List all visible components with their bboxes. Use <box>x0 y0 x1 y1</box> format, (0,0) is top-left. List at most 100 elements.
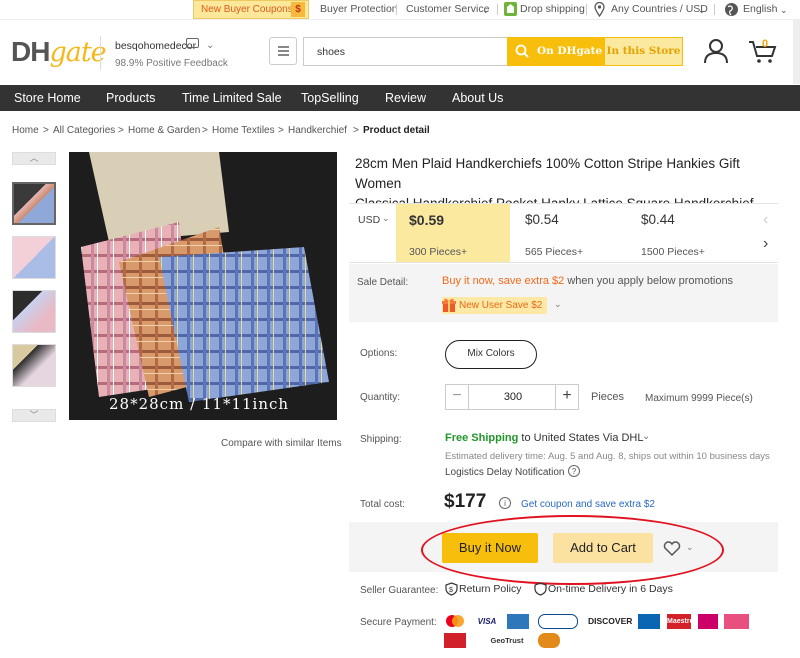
store-feedback: 98.9% Positive Feedback <box>115 58 228 69</box>
info-icon[interactable]: i <box>499 497 511 509</box>
thumbnail-2[interactable] <box>12 236 56 279</box>
globe-icon <box>725 3 738 16</box>
breadcrumb-home-textiles[interactable]: Home Textiles <box>212 125 275 136</box>
quantity-decrease-button[interactable]: − <box>446 385 469 409</box>
thumbnail-1[interactable] <box>12 182 56 225</box>
tier-qty-1: 300 Pieces+ <box>409 246 468 258</box>
breadcrumb-current: Product detail <box>363 125 430 136</box>
svg-text:$: $ <box>449 587 453 594</box>
delivery-estimate: Estimated delivery time: Aug. 5 and Aug.… <box>445 451 770 462</box>
nav-products[interactable]: Products <box>106 91 155 105</box>
breadcrumb-home-garden[interactable]: Home & Garden <box>128 125 200 136</box>
seller-guarantee-label: Seller Guarantee: <box>360 585 439 596</box>
quantity-stepper: − 300 + <box>445 384 579 410</box>
currency-selector[interactable]: USD <box>358 214 380 226</box>
nav-about-us[interactable]: About Us <box>452 91 503 105</box>
language-selector[interactable]: English <box>743 3 777 15</box>
thumb-scroll-up-button[interactable]: ︿ <box>12 152 56 165</box>
new-buyer-coupons-link[interactable]: New Buyer Coupons! $ <box>193 0 309 19</box>
chevron-down-icon: ⌄ <box>698 5 706 15</box>
nav-time-limited-sale[interactable]: Time Limited Sale <box>182 91 282 105</box>
chevron-down-icon[interactable]: ⌄ <box>554 299 562 310</box>
ontime-delivery-icon <box>534 582 547 596</box>
tier-price-2: $0.54 <box>525 212 559 227</box>
thumbnail-4[interactable] <box>12 344 56 387</box>
boleto-icon <box>724 614 749 629</box>
tier-price-3: $0.44 <box>641 212 675 227</box>
drop-shipping-icon <box>504 2 517 16</box>
top-utility-bar: New Buyer Coupons! $ Buyer Protection Cu… <box>0 0 800 19</box>
diners-club-icon <box>538 614 578 629</box>
buyer-protection-link[interactable]: Buyer Protection <box>320 3 398 15</box>
breadcrumb-handkerchief[interactable]: Handkerchief <box>288 125 347 136</box>
store-name[interactable]: besqohomedecor <box>115 40 196 52</box>
country-currency-selector[interactable]: Any Countries / USD <box>611 3 708 15</box>
tier-prev-arrow-icon[interactable]: ‹ <box>763 211 768 229</box>
new-user-promo-badge[interactable]: New User Save $2 <box>442 297 547 314</box>
store-nav-bar: Store Home Products Time Limited Sale To… <box>0 85 800 111</box>
quantity-label: Quantity: <box>360 392 401 403</box>
quantity-unit: Pieces <box>591 391 625 403</box>
coupon-label: New Buyer Coupons! <box>201 4 296 15</box>
nav-review[interactable]: Review <box>385 91 426 105</box>
total-cost-label: Total cost: <box>360 499 406 510</box>
nav-topselling[interactable]: TopSelling <box>301 91 359 105</box>
location-pin-icon <box>594 2 605 17</box>
quantity-input[interactable]: 300 <box>469 385 557 409</box>
logistics-delay-link[interactable]: Logistics Delay Notification <box>445 467 565 478</box>
chat-icon[interactable] <box>186 38 199 48</box>
chevron-down-icon[interactable]: ⌄ <box>206 40 214 51</box>
visa-icon: VISA <box>477 617 497 626</box>
image-caption: 28*28cm / 11*11inch <box>109 395 289 413</box>
search-input[interactable]: shoes <box>303 37 508 66</box>
tier-qty-2: 565 Pieces+ <box>525 246 584 258</box>
return-policy-icon: $ <box>445 582 458 596</box>
chevron-down-icon[interactable]: ⌄ <box>382 213 390 224</box>
bank-transfer-icon <box>444 633 466 648</box>
search-store-button[interactable]: In this Store <box>604 37 683 66</box>
gift-icon <box>442 298 456 312</box>
search-icon <box>515 44 529 58</box>
secure-badge-icon <box>538 633 560 648</box>
tier-price-1: $0.59 <box>409 212 445 228</box>
option-mix-colors[interactable]: Mix Colors <box>445 340 537 369</box>
ontime-delivery-link[interactable]: On-time Delivery in 6 Days <box>548 583 673 595</box>
dollar-coupon-icon: $ <box>291 2 305 17</box>
account-icon[interactable] <box>703 38 729 64</box>
drop-shipping-link[interactable]: Drop shipping <box>520 3 585 15</box>
sale-detail-text: Buy it now, save extra $2 when you apply… <box>442 275 734 287</box>
breadcrumb-home[interactable]: Home <box>12 125 39 136</box>
chevron-down-icon[interactable]: ⌄ <box>642 431 650 442</box>
chevron-down-icon: ⌄ <box>482 5 490 15</box>
quantity-increase-button[interactable]: + <box>555 385 578 409</box>
return-policy-link[interactable]: Return Policy <box>459 583 521 595</box>
geotrust-icon: GeoTrust <box>490 636 524 645</box>
sale-detail-box <box>349 264 778 322</box>
amex-icon <box>507 614 529 629</box>
sale-detail-label: Sale Detail: <box>357 277 409 288</box>
customer-service-menu[interactable]: Customer Service <box>406 3 489 15</box>
chevron-down-icon: ⌄ <box>780 5 788 15</box>
breadcrumb-all-categories[interactable]: All Categories <box>53 125 115 136</box>
discover-icon: DISCOVER <box>588 616 633 626</box>
thumb-scroll-down-button[interactable]: ﹀ <box>12 409 56 422</box>
shipping-label: Shipping: <box>360 434 402 445</box>
help-icon[interactable]: ? <box>568 465 580 477</box>
ideal-icon <box>698 614 718 629</box>
search-dhgate-button[interactable]: On DHgate <box>507 37 604 66</box>
nav-store-home[interactable]: Store Home <box>14 91 81 105</box>
cart-count-badge: 0 <box>762 38 769 50</box>
options-label: Options: <box>360 348 398 359</box>
total-cost-value: $177 <box>444 491 487 512</box>
red-annotation-circle <box>421 515 724 585</box>
thumbnail-3[interactable] <box>12 290 56 333</box>
main-product-image[interactable]: 28*28cm / 11*11inch <box>69 152 337 420</box>
shipping-method[interactable]: Free Shipping to United States Via DHL <box>445 432 644 444</box>
dhgate-logo[interactable]: DHgate <box>11 36 107 68</box>
unionpay-icon <box>638 614 660 629</box>
get-coupon-link[interactable]: Get coupon and save extra $2 <box>521 499 655 510</box>
maestro-icon: Maestro <box>667 614 694 629</box>
category-menu-button[interactable] <box>269 37 297 65</box>
tier-next-arrow-icon[interactable]: › <box>763 235 768 253</box>
compare-similar-link[interactable]: Compare with similar Items <box>221 438 342 449</box>
